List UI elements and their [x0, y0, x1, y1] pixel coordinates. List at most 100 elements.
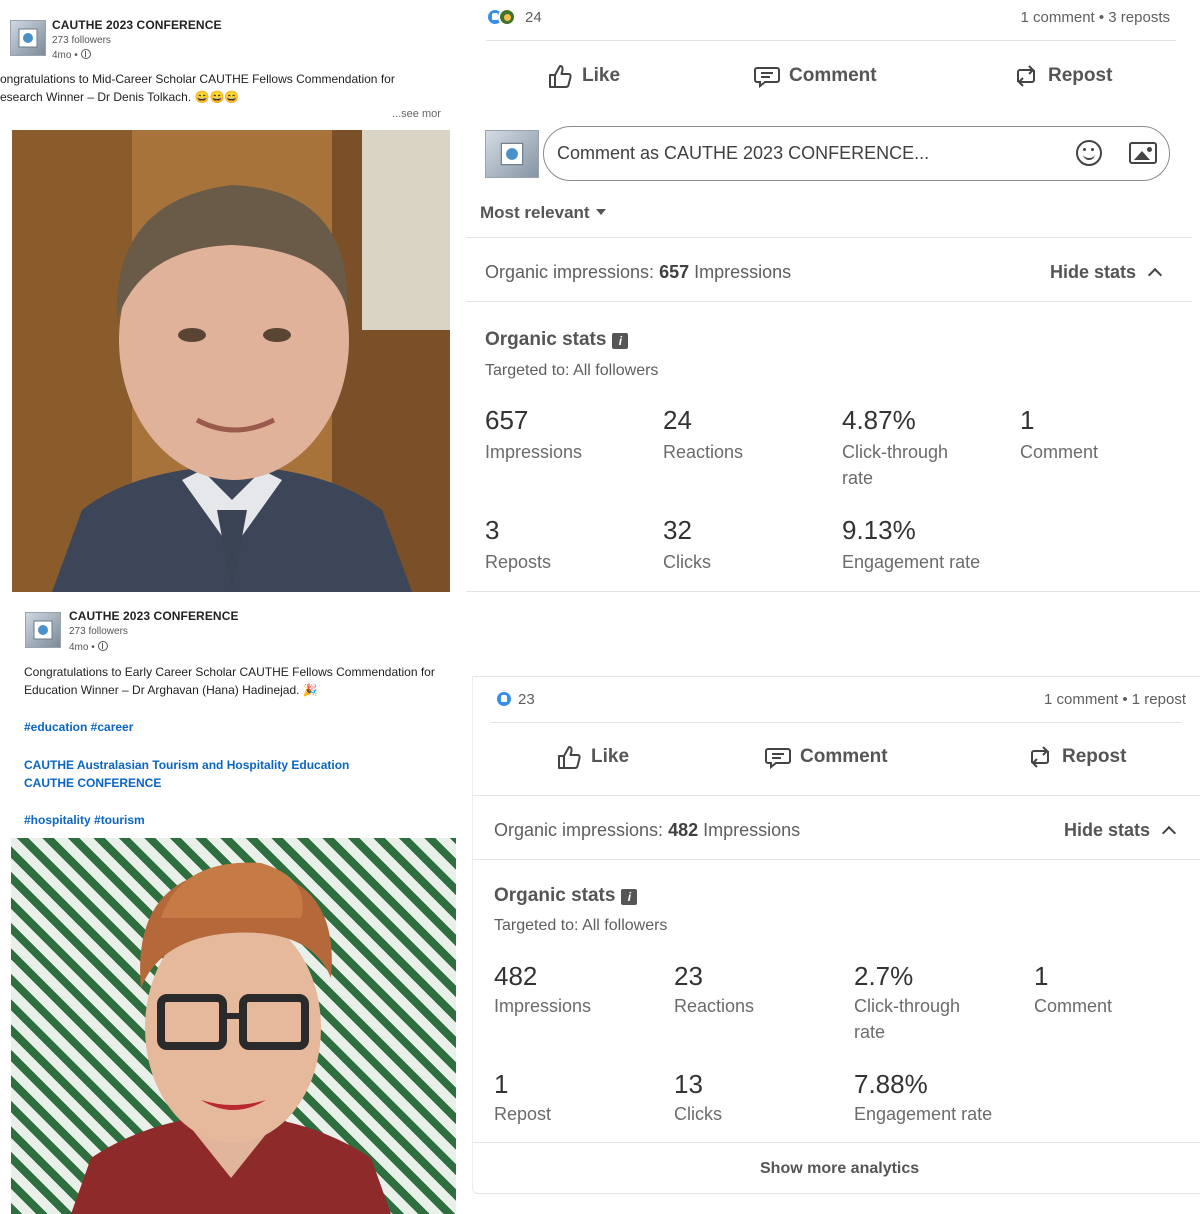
repost-icon [1031, 746, 1049, 768]
stat-label-clicks: Clicks [663, 552, 711, 572]
logo-icon [18, 28, 38, 48]
post-card-2: CAUTHE 2023 CONFERENCE 273 followers 4mo… [0, 598, 460, 838]
impressions-suffix: Impressions [698, 820, 801, 840]
see-more-link[interactable]: ...see mor [392, 108, 441, 120]
emoji-icon[interactable] [1076, 140, 1102, 166]
reaction-icons[interactable] [486, 8, 516, 26]
comment-button[interactable]: Comment [753, 62, 877, 90]
organic-stats-label: Organic stats [485, 329, 607, 350]
impressions-value: 482 [668, 820, 699, 840]
stat-value-impressions: 657 [485, 405, 529, 435]
sort-dropdown[interactable]: Most relevant [480, 203, 606, 223]
comment-button[interactable]: Comment [764, 743, 888, 771]
portrait-woman-illustration [71, 862, 391, 1214]
hashtags-line-2[interactable]: #hospitality #tourism [24, 813, 145, 827]
post-age-text: 4mo • [52, 50, 78, 61]
hide-stats-button[interactable]: Hide stats [1050, 262, 1163, 283]
stat-value-reposts: 3 [485, 515, 500, 545]
divider [466, 301, 1192, 302]
hide-stats-button[interactable]: Hide stats [1064, 820, 1177, 841]
organic-impressions: Organic impressions: 482 Impressions [494, 820, 800, 841]
hashtags-line-1[interactable]: #education #career [24, 720, 133, 734]
stat-label-comment: Comment [1020, 442, 1099, 462]
comment-label: Comment [789, 65, 877, 86]
stat-value-clicks: 32 [663, 515, 692, 545]
stat-label-reposts: Repost [494, 1104, 552, 1124]
impressions-value: 657 [659, 262, 690, 282]
hide-stats-label: Hide stats [1064, 820, 1151, 840]
organic-stats-title: Organic stats i [494, 885, 638, 907]
stat-label-comment: Comment [1034, 996, 1113, 1016]
post-text-line-1: ongratulations to Mid-Career Scholar CAU… [0, 72, 395, 86]
chevron-up-icon [1147, 267, 1163, 283]
repost-label: Repost [1048, 65, 1113, 86]
company-logo[interactable] [25, 612, 61, 648]
post-text-line-2: Education Winner – Dr Arghavan (Hana) Ha… [24, 683, 318, 697]
stat-value-engagement: 9.13% [842, 515, 916, 545]
like-button[interactable]: Like [555, 743, 629, 771]
follower-count: 273 followers [69, 626, 128, 637]
celebrate-reaction-icon [498, 8, 516, 26]
repost-button[interactable]: Repost [1012, 62, 1112, 90]
like-label: Like [582, 65, 621, 86]
image-icon[interactable] [1129, 142, 1157, 164]
stat-value-clicks: 13 [674, 1069, 703, 1099]
divider [473, 795, 1200, 796]
stat-value-reactions: 23 [674, 961, 703, 991]
mention-cauthe-education[interactable]: CAUTHE Australasian Tourism and Hospital… [24, 756, 349, 774]
info-icon[interactable]: i [612, 333, 629, 349]
globe-icon [97, 641, 108, 651]
logo-icon [500, 142, 524, 166]
stat-label-clicks: Clicks [674, 1104, 722, 1124]
repost-button[interactable]: Repost [1026, 743, 1126, 771]
like-button[interactable]: Like [546, 62, 620, 90]
comment-icon [765, 748, 791, 770]
post-author[interactable]: CAUTHE 2023 CONFERENCE [69, 609, 239, 623]
divider [486, 40, 1176, 41]
reactions-count[interactable]: 24 [525, 9, 542, 26]
show-more-analytics-button[interactable]: Show more analytics [760, 1160, 919, 1178]
organic-impressions: Organic impressions: 657 Impressions [485, 262, 791, 283]
post-photo-2[interactable] [11, 838, 456, 1214]
stat-label-ctr: Click-through rate [854, 996, 961, 1042]
thumbs-up-icon [549, 65, 572, 88]
like-reaction-icon [495, 690, 513, 708]
stat-value-reposts: 1 [494, 1069, 509, 1099]
stats-panel-2: 23 1 comment • 1 repost Like Comment Rep… [472, 676, 1200, 1194]
commenter-avatar[interactable] [485, 130, 539, 178]
stat-label-engagement: Engagement rate [854, 1104, 993, 1124]
divider [473, 859, 1200, 860]
stat-value-engagement: 7.88% [854, 1069, 928, 1099]
comment-input[interactable]: Comment as CAUTHE 2023 CONFERENCE... [543, 126, 1170, 181]
stat-label-impressions: Impressions [494, 996, 592, 1016]
post-age: 4mo • [52, 49, 91, 61]
stat-label-reactions: Reactions [663, 442, 744, 462]
reaction-icons[interactable] [495, 690, 513, 708]
globe-icon [80, 49, 91, 59]
repost-label: Repost [1062, 746, 1127, 767]
stat-value-reactions: 24 [663, 405, 692, 435]
post-photo-1[interactable] [12, 130, 450, 592]
logo-icon [33, 620, 53, 640]
thumbs-up-icon [558, 746, 581, 769]
comment-repost-counts[interactable]: 1 comment • 1 repost [1044, 691, 1186, 708]
impressions-prefix: Organic impressions: [485, 262, 660, 282]
stat-value-ctr: 2.7% [854, 961, 914, 991]
info-icon[interactable]: i [621, 889, 638, 905]
comment-repost-counts[interactable]: 1 comment • 3 reposts [1021, 9, 1170, 26]
like-label: Like [591, 746, 630, 767]
divider [466, 237, 1192, 238]
divider [491, 722, 1181, 723]
impressions-prefix: Organic impressions: [494, 820, 669, 840]
stat-label-impressions: Impressions [485, 442, 583, 462]
post-author[interactable]: CAUTHE 2023 CONFERENCE [52, 18, 222, 32]
follower-count: 273 followers [52, 35, 111, 46]
mention-cauthe-conference[interactable]: CAUTHE CONFERENCE [24, 774, 161, 792]
portrait-man-illustration [12, 130, 450, 592]
company-logo[interactable] [10, 20, 46, 56]
impressions-suffix: Impressions [689, 262, 792, 282]
stat-label-reactions: Reactions [674, 996, 755, 1016]
reactions-count[interactable]: 23 [518, 691, 535, 708]
stat-value-impressions: 482 [494, 961, 538, 991]
comment-placeholder: Comment as CAUTHE 2023 CONFERENCE... [557, 143, 930, 163]
